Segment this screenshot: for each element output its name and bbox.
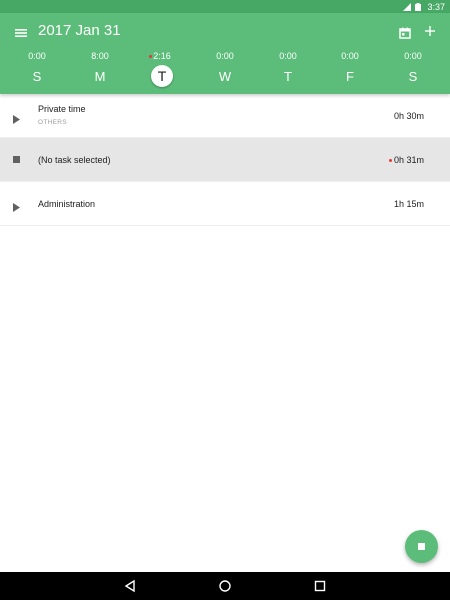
day-letter-selected: T bbox=[151, 65, 173, 87]
home-icon[interactable] bbox=[218, 579, 232, 593]
day-letter: T bbox=[284, 69, 292, 84]
day-monday[interactable]: 8:00 M bbox=[75, 51, 125, 86]
day-time: 0:00 bbox=[279, 51, 297, 61]
stop-icon[interactable] bbox=[13, 156, 20, 163]
day-time: 0:00 bbox=[28, 51, 46, 61]
calendar-icon[interactable] bbox=[398, 26, 412, 40]
stop-icon bbox=[418, 543, 425, 550]
task-name: Private time bbox=[38, 104, 86, 114]
app-bar: 2017 Jan 31 0:00 S 8:00 M 2:16 T 0:00 W … bbox=[0, 13, 450, 94]
task-duration: 1h 15m bbox=[393, 199, 424, 209]
day-letter: W bbox=[218, 69, 232, 84]
task-row[interactable]: Administration 1h 15m bbox=[0, 182, 450, 226]
task-name: Administration bbox=[38, 199, 96, 209]
day-time: 0:00 bbox=[404, 51, 422, 61]
battery-icon bbox=[415, 2, 423, 11]
task-row[interactable]: Private time OTHERS 0h 30m bbox=[0, 94, 450, 138]
day-time: 2:16 bbox=[153, 51, 171, 61]
signal-icon bbox=[403, 2, 412, 11]
back-icon[interactable] bbox=[123, 579, 137, 593]
status-time: 3:37 bbox=[427, 1, 445, 12]
day-saturday[interactable]: 0:00 S bbox=[388, 51, 438, 86]
status-bar: 3:37 bbox=[0, 0, 450, 13]
play-icon[interactable] bbox=[13, 199, 21, 212]
page-title: 2017 Jan 31 bbox=[38, 22, 121, 39]
task-duration: 0h 30m bbox=[393, 111, 424, 121]
day-time: 8:00 bbox=[91, 51, 109, 61]
running-dot bbox=[149, 55, 152, 58]
running-dot bbox=[389, 159, 392, 162]
day-letter: M bbox=[94, 69, 106, 84]
task-list: Private time OTHERS 0h 30m (No task sele… bbox=[0, 94, 450, 226]
task-duration: 0h 31m bbox=[393, 155, 424, 165]
day-letter: F bbox=[346, 69, 354, 84]
task-row-active[interactable]: (No task selected) 0h 31m bbox=[0, 138, 450, 182]
task-name: (No task selected) bbox=[38, 155, 111, 165]
week-strip: 0:00 S 8:00 M 2:16 T 0:00 W 0:00 T 0:00 … bbox=[0, 51, 450, 93]
day-letter: S bbox=[32, 69, 42, 84]
recents-icon[interactable] bbox=[313, 579, 327, 593]
day-friday[interactable]: 0:00 F bbox=[325, 51, 375, 86]
play-icon[interactable] bbox=[13, 111, 21, 124]
day-letter: S bbox=[408, 69, 418, 84]
day-time: 0:00 bbox=[341, 51, 359, 61]
menu-icon[interactable] bbox=[12, 26, 30, 40]
system-nav-bar bbox=[0, 572, 450, 600]
day-tuesday[interactable]: 2:16 T bbox=[137, 51, 187, 87]
add-icon[interactable] bbox=[422, 23, 438, 39]
day-sunday[interactable]: 0:00 S bbox=[12, 51, 62, 86]
day-time-wrap: 2:16 bbox=[137, 51, 187, 62]
day-thursday[interactable]: 0:00 T bbox=[263, 51, 313, 86]
day-time: 0:00 bbox=[216, 51, 234, 61]
day-wednesday[interactable]: 0:00 W bbox=[200, 51, 250, 86]
task-category: OTHERS bbox=[38, 119, 67, 126]
stop-tracking-fab[interactable] bbox=[405, 530, 438, 563]
